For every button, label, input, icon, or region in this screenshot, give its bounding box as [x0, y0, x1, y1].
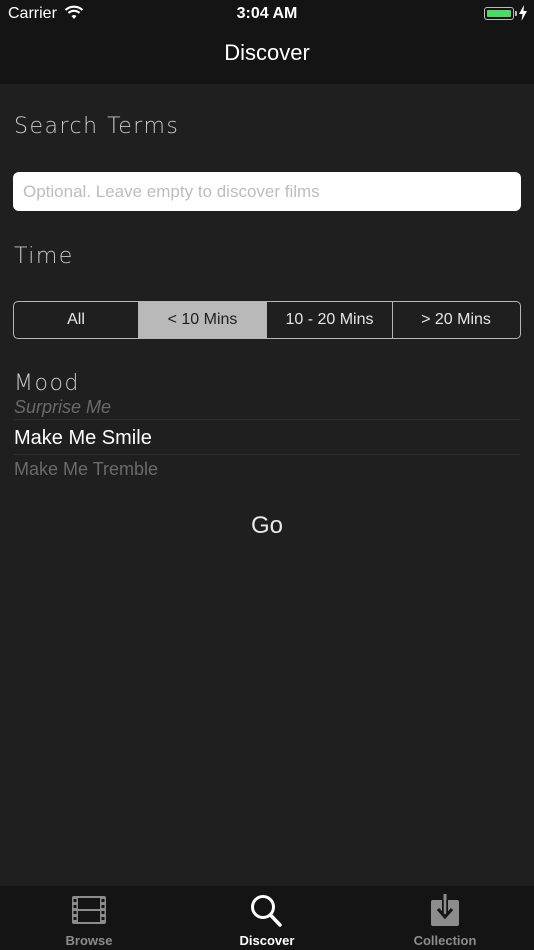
go-button[interactable]: Go [217, 506, 317, 546]
tab-label-collection: Collection [413, 933, 477, 948]
tab-label-discover: Discover [239, 933, 295, 948]
status-bar: Carrier 3:04 AM [0, 0, 534, 28]
time-option-under-10[interactable]: < 10 Mins [139, 302, 267, 338]
film-icon [0, 894, 178, 928]
tab-bar: Browse Discover Collection [0, 886, 534, 950]
tab-collection[interactable]: Collection [356, 886, 534, 950]
mood-label: Mood [14, 371, 80, 396]
mood-option[interactable]: Surprise Me [14, 397, 111, 418]
mood-picker[interactable]: Surprise Me Make Me Smile Make Me Trembl… [0, 396, 534, 480]
tab-browse[interactable]: Browse [0, 886, 178, 950]
battery-tip [515, 11, 517, 16]
picker-divider [14, 454, 520, 455]
time-option-10-20[interactable]: 10 - 20 Mins [267, 302, 393, 338]
search-icon [178, 894, 356, 928]
clock: 3:04 AM [236, 5, 298, 22]
time-option-all[interactable]: All [14, 302, 139, 338]
mood-option[interactable]: Make Me Tremble [14, 459, 158, 480]
battery-icon [484, 7, 514, 20]
time-label: Time [14, 244, 74, 269]
time-option-over-20[interactable]: > 20 Mins [393, 302, 519, 338]
time-segmented-control: All < 10 Mins 10 - 20 Mins > 20 Mins [13, 301, 521, 339]
charging-bolt-icon [518, 5, 528, 26]
navigation-bar: Carrier 3:04 AM Discover [0, 0, 534, 84]
download-icon [356, 894, 534, 928]
search-terms-label: Search Terms [14, 114, 180, 139]
tab-label-browse: Browse [65, 933, 113, 948]
mood-option-selected[interactable]: Make Me Smile [14, 427, 152, 450]
tab-discover[interactable]: Discover [178, 886, 356, 950]
picker-divider [14, 419, 520, 420]
page-title: Discover [224, 40, 310, 65]
search-input[interactable] [13, 172, 521, 211]
